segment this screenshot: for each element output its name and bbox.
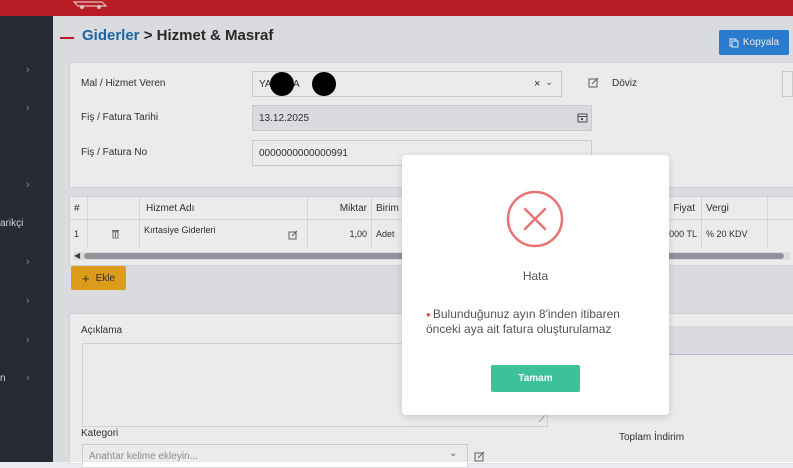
- modal-backdrop[interactable]: [0, 0, 793, 462]
- confirm-button[interactable]: Tamam: [491, 365, 580, 392]
- dialog-message: ● Bulunduğunuz ayın 8'inden itibaren önce…: [426, 307, 656, 337]
- dialog-message-text: Bulunduğunuz ayın 8'inden itibaren öncek…: [426, 307, 620, 337]
- bullet-icon: ●: [426, 310, 431, 320]
- error-dialog: Hata ● Bulunduğunuz ayın 8'inden itibaren…: [402, 155, 669, 415]
- dialog-title: Hata: [522, 269, 549, 283]
- error-icon: [506, 190, 564, 248]
